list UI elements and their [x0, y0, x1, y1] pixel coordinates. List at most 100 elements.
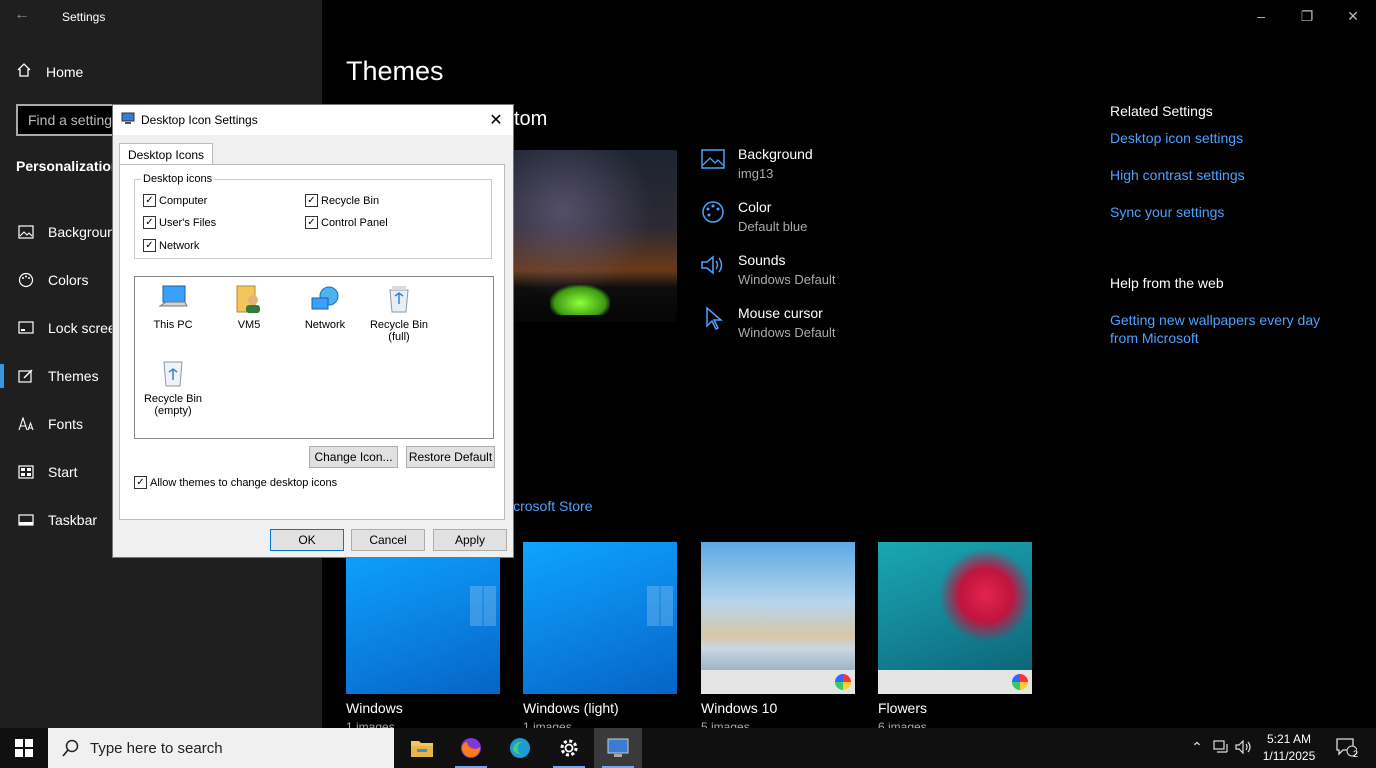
checkmark-icon: ✓ — [143, 216, 156, 229]
sidebar-item-label: Themes — [48, 368, 99, 384]
related-settings-title: Related Settings — [1110, 103, 1213, 119]
theme-name: Windows — [346, 700, 403, 716]
color-property[interactable]: Color Default blue — [700, 199, 807, 234]
theme-tile-flowers[interactable]: Flowers 6 images — [878, 542, 1032, 732]
checkbox-label: Allow themes to change desktop icons — [150, 476, 338, 489]
desktop-icon-list: This PC VM5 Network Recycle Bin (full) R… — [134, 276, 494, 439]
back-arrow-icon[interactable]: ← — [14, 6, 34, 26]
restore-default-button[interactable]: Restore Default — [406, 446, 495, 468]
color-wheel-icon — [1012, 674, 1028, 690]
icon-label: Network — [304, 319, 346, 331]
taskbar-icon — [18, 512, 34, 528]
palette-icon — [18, 272, 34, 288]
notification-center-icon[interactable]: 2 — [1334, 738, 1358, 759]
icon-label: VM5 — [237, 319, 261, 331]
wallpapers-help-link[interactable]: Getting new wallpapers every day from Mi… — [1110, 311, 1340, 347]
folder-icon — [411, 741, 433, 757]
image-icon — [18, 224, 34, 240]
start-button[interactable] — [0, 728, 48, 768]
chevron-up-icon[interactable]: ⌃ — [1188, 738, 1206, 756]
icon-label: (full) — [388, 331, 410, 343]
icon-this-pc[interactable]: This PC — [133, 283, 213, 331]
speaker-icon — [700, 252, 726, 278]
control-panel-checkbox[interactable]: ✓ Control Panel — [305, 216, 388, 229]
desktop-icon-settings-dialog: Desktop Icon Settings ✕ Desktop Icons De… — [112, 104, 514, 558]
icon-label: This PC — [153, 319, 193, 331]
close-icon[interactable]: ✕ — [485, 110, 507, 130]
gear-icon — [560, 739, 578, 757]
file-explorer-button[interactable] — [398, 728, 446, 768]
desktop-icon-settings-link[interactable]: Desktop icon settings — [1110, 130, 1350, 146]
color-wheel-icon — [835, 674, 851, 690]
home-icon — [16, 62, 32, 81]
sidebar-item-label: Start — [48, 464, 78, 480]
theme-preview-image — [514, 150, 677, 322]
start-icon — [18, 464, 34, 480]
checkmark-icon: ✓ — [305, 216, 318, 229]
clock-time: 5:21 AM — [1266, 732, 1312, 746]
property-value: Windows Default — [738, 272, 836, 287]
screen: ← Settings Home Find a setting Personali… — [0, 0, 1376, 768]
theme-tile-windows-10[interactable]: Windows 10 5 images — [701, 542, 855, 732]
network-icon[interactable] — [1212, 738, 1230, 756]
clock-date: 1/11/2025 — [1262, 749, 1316, 763]
apply-button[interactable]: Apply — [433, 529, 507, 551]
sounds-property[interactable]: Sounds Windows Default — [700, 252, 836, 287]
section-title: Personalization — [16, 158, 120, 174]
icon-label: Recycle Bin — [369, 319, 429, 331]
sidebar-item-label: Taskbar — [48, 512, 98, 528]
cancel-button[interactable]: Cancel — [351, 529, 425, 551]
network-checkbox[interactable]: ✓ Network — [143, 239, 199, 252]
checkmark-icon: ✓ — [143, 194, 156, 207]
icon-recycle-bin-full[interactable]: Recycle Bin (full) — [359, 283, 439, 343]
monitor-icon — [607, 738, 629, 757]
app-title: Settings — [62, 10, 106, 24]
property-value: Windows Default — [738, 325, 836, 340]
home-label: Home — [46, 63, 84, 80]
allow-themes-checkbox[interactable]: ✓ Allow themes to change desktop icons — [134, 476, 337, 489]
recycle-bin-checkbox[interactable]: ✓ Recycle Bin — [305, 194, 379, 207]
theme-tile-windows-light[interactable]: Windows (light) 1 images — [523, 542, 677, 732]
users-files-checkbox[interactable]: ✓ User's Files — [143, 216, 216, 229]
background-property[interactable]: Background img13 — [700, 146, 813, 181]
property-value: img13 — [738, 166, 774, 181]
tab-panel: Desktop icons ✓ Computer ✓ Recycle Bin ✓ Us… — [119, 164, 505, 520]
desktop-icon-settings-button[interactable] — [594, 728, 642, 768]
taskbar-search-box[interactable]: Type here to search — [48, 728, 394, 768]
checkbox-label: Control Panel — [321, 216, 388, 229]
high-contrast-settings-link[interactable]: High contrast settings — [1110, 167, 1350, 183]
find-setting-placeholder: Find a setting — [28, 112, 113, 128]
checkmark-icon: ✓ — [134, 476, 147, 489]
taskbar-clock[interactable]: 5:21 AM 1/11/2025 — [1258, 731, 1320, 765]
microsoft-store-link[interactable]: icrosoft Store — [510, 498, 592, 514]
user-folder-icon — [232, 283, 266, 315]
volume-icon[interactable] — [1235, 738, 1253, 756]
edge-button[interactable] — [496, 728, 544, 768]
recycle-bin-empty-icon — [156, 357, 190, 389]
theme-thumbnail — [701, 542, 855, 694]
settings-button[interactable] — [545, 728, 593, 768]
ok-button[interactable]: OK — [270, 529, 344, 551]
group-label: Desktop icons — [141, 173, 215, 185]
icon-recycle-bin-empty[interactable]: Recycle Bin (empty) — [133, 357, 213, 417]
sync-settings-link[interactable]: Sync your settings — [1110, 204, 1350, 220]
restore-icon[interactable]: ❐ — [1284, 4, 1330, 28]
lock-screen-icon — [18, 320, 34, 336]
theme-tile-windows[interactable]: Windows 1 images — [346, 542, 500, 732]
change-icon-button[interactable]: Change Icon... — [309, 446, 398, 468]
computer-checkbox[interactable]: ✓ Computer — [143, 194, 207, 207]
home-nav-item[interactable]: Home — [16, 62, 83, 81]
theme-name: Windows 10 — [701, 700, 778, 716]
computer-icon — [156, 283, 190, 315]
icon-vm5[interactable]: VM5 — [209, 283, 289, 331]
property-value: Default blue — [738, 219, 808, 234]
desktop-icons-group: Desktop icons ✓ Computer ✓ Recycle Bin ✓ Us… — [134, 173, 492, 259]
tab-desktop-icons[interactable]: Desktop Icons — [119, 143, 214, 165]
icon-network[interactable]: Network — [285, 283, 365, 331]
themes-icon — [18, 368, 34, 384]
search-icon — [62, 739, 79, 757]
minimize-icon[interactable]: – — [1238, 4, 1284, 28]
firefox-button[interactable] — [447, 728, 495, 768]
mouse-cursor-property[interactable]: Mouse cursor Windows Default — [700, 305, 836, 340]
close-icon[interactable]: ✕ — [1330, 4, 1376, 28]
